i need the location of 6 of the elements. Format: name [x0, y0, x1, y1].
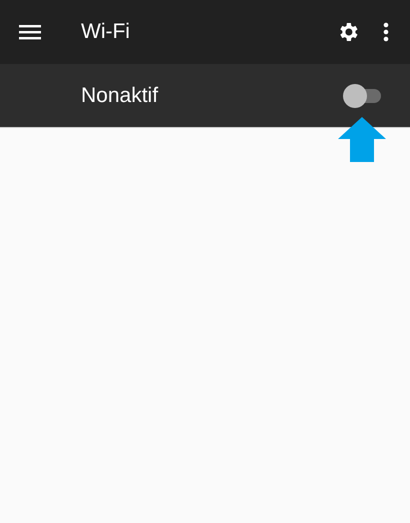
- wifi-toggle[interactable]: [343, 84, 381, 108]
- switch-label: Nonaktif: [81, 84, 160, 108]
- menu-icon[interactable]: [19, 24, 41, 40]
- app-bar-title: Wi-Fi: [81, 20, 131, 44]
- pointer-arrow-icon: [338, 117, 386, 162]
- more-options-icon[interactable]: [383, 22, 389, 42]
